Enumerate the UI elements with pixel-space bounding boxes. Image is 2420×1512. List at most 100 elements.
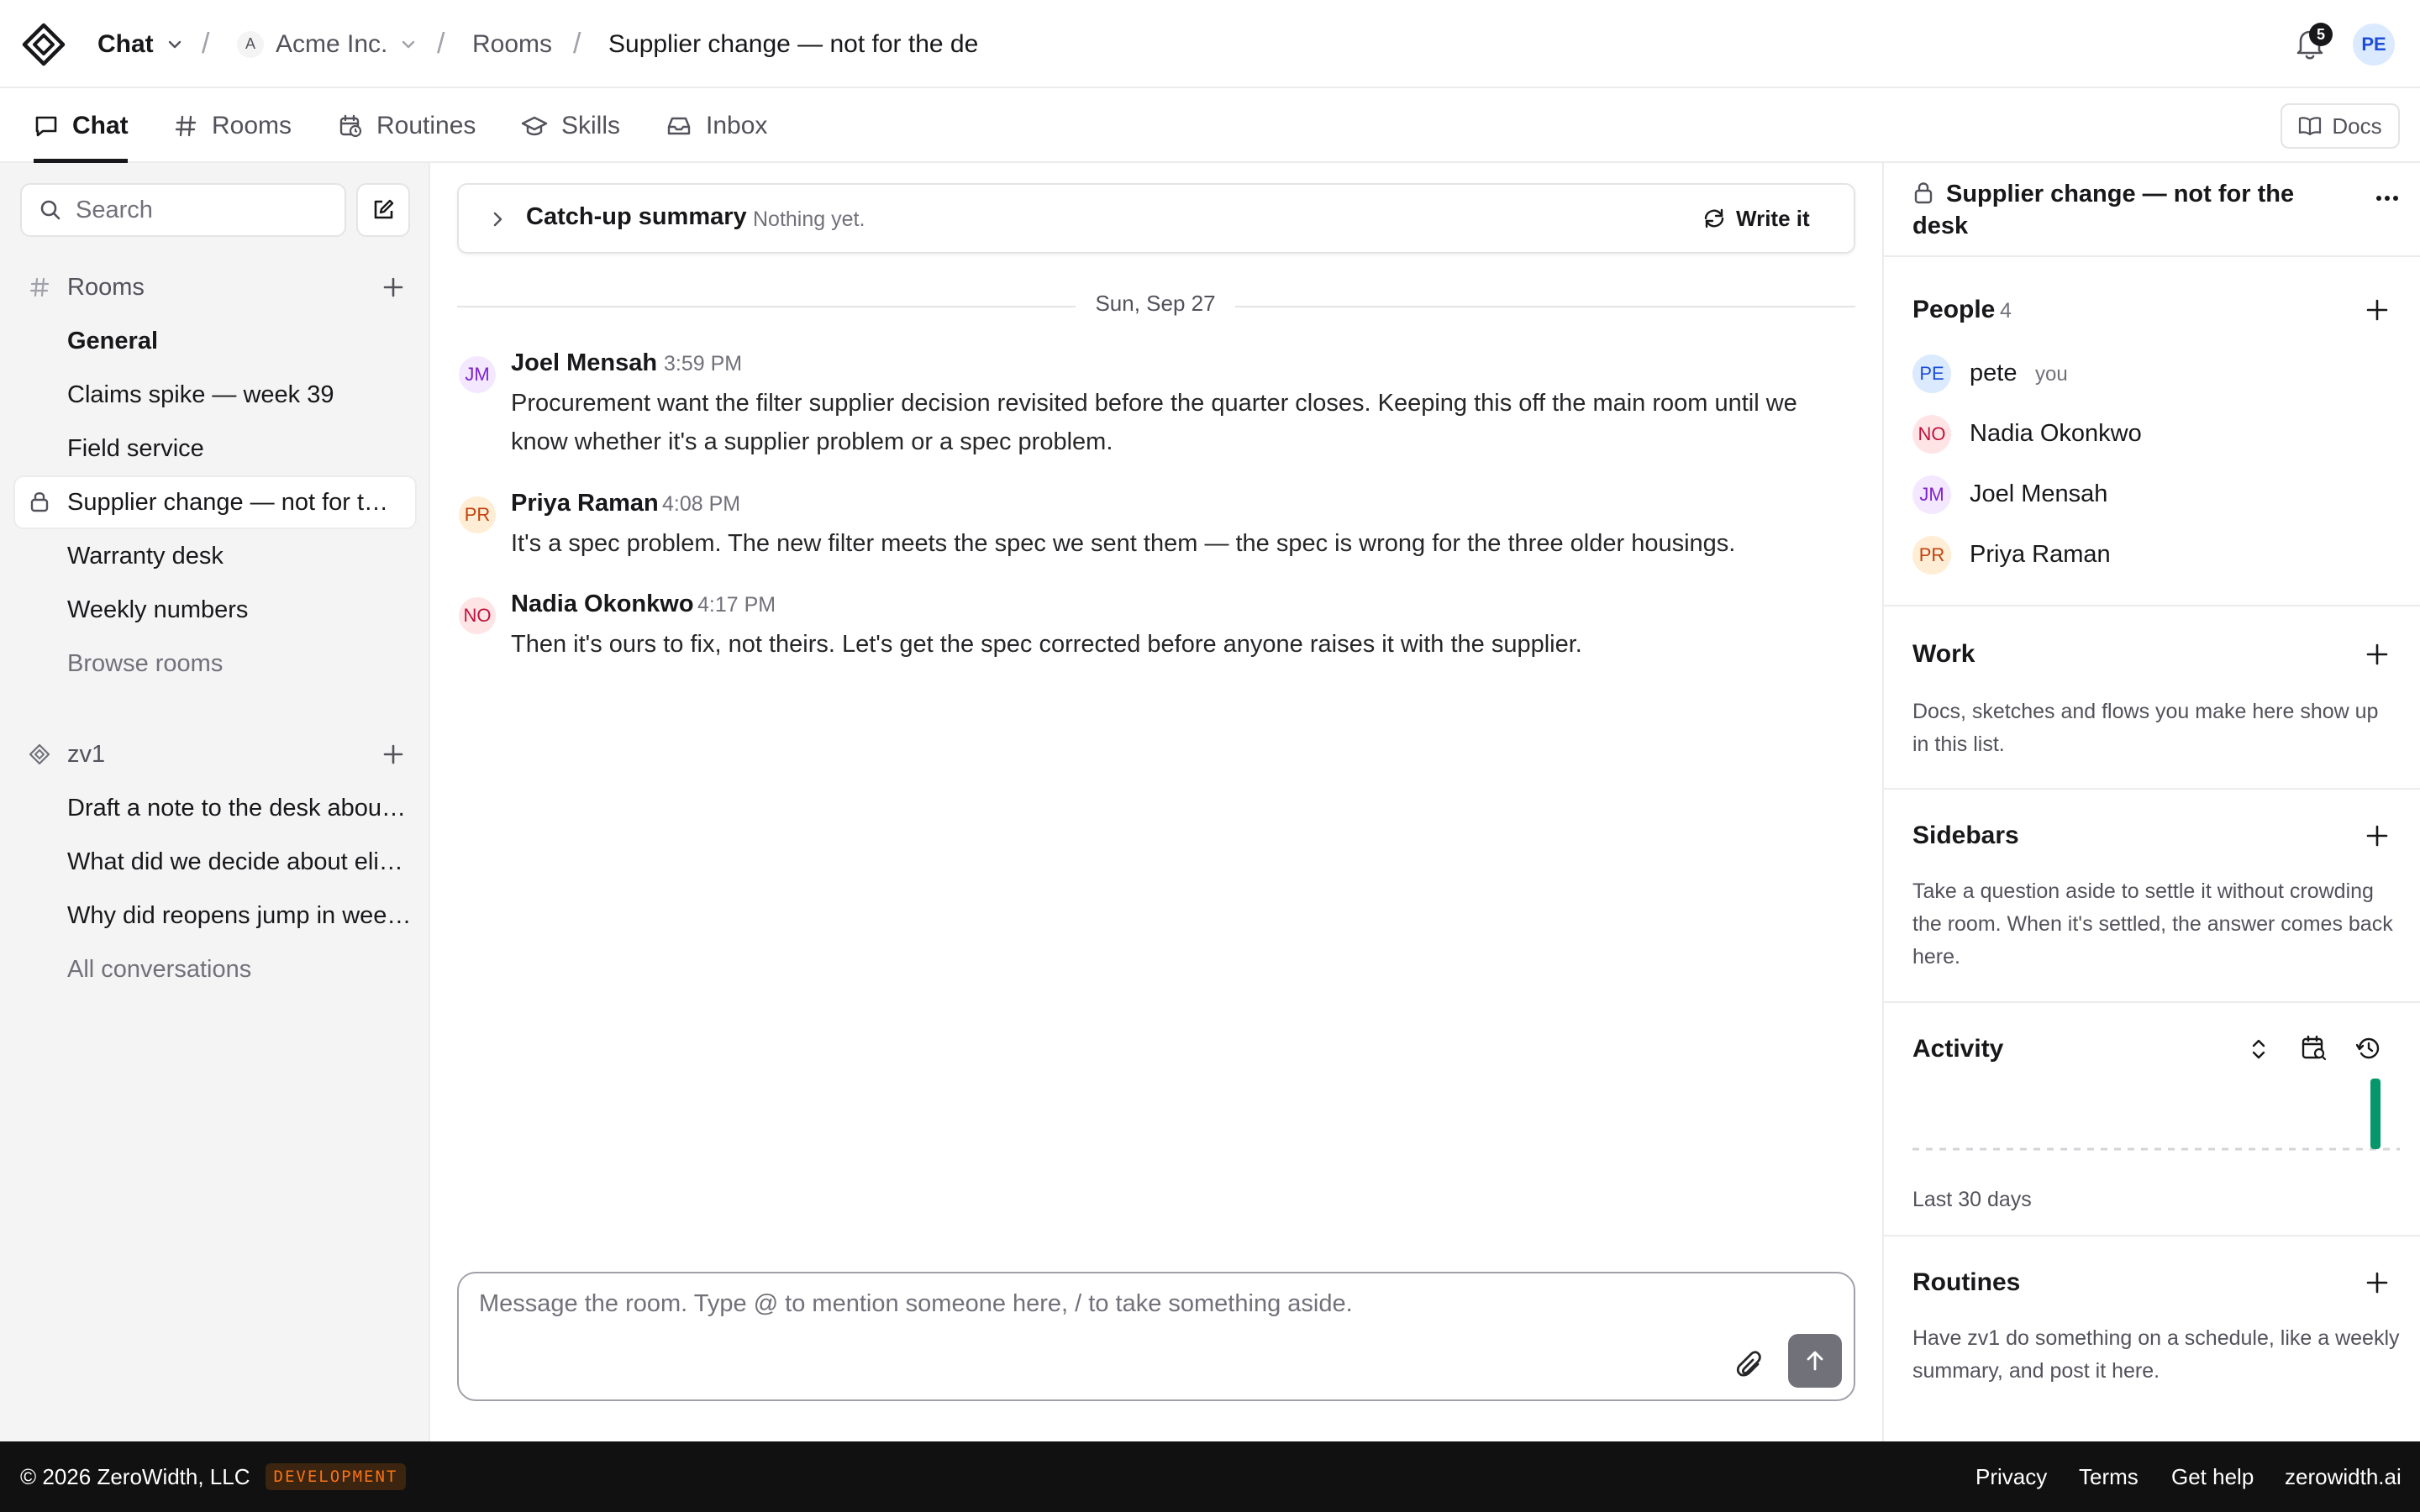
expand-collapse-icon[interactable]: [2247, 1037, 2270, 1062]
sidebar-room-general[interactable]: General: [67, 324, 412, 358]
sidebar-conversation[interactable]: Draft a note to the desk about the new f…: [67, 791, 412, 825]
zerowidth-site-link[interactable]: zerowidth.ai: [2285, 1441, 2402, 1512]
person-avatar[interactable]: PE: [1912, 354, 1951, 393]
tab-label: Chat: [72, 111, 129, 139]
divider: [457, 306, 1076, 307]
user-avatar[interactable]: PE: [2353, 24, 2395, 66]
breadcrumb-separator: /: [573, 28, 581, 60]
tab-label: Inbox: [706, 111, 768, 139]
message-avatar[interactable]: NO: [459, 597, 496, 634]
write-summary-button[interactable]: Write it: [1702, 200, 1810, 237]
sidebar-room-claims-spike[interactable]: Claims spike — week 39: [67, 378, 412, 412]
tab-rooms[interactable]: Rooms: [173, 88, 292, 163]
history-icon[interactable]: [2354, 1035, 2381, 1062]
person-name[interactable]: pete: [1970, 360, 2017, 387]
graduation-cap-icon: [521, 116, 548, 135]
write-it-label: Write it: [1736, 205, 1810, 231]
privacy-link[interactable]: Privacy: [1975, 1441, 2047, 1512]
org-switcher[interactable]: A Acme Inc.: [237, 0, 418, 88]
work-section-title: Work: [1912, 640, 1975, 668]
compose-icon: [374, 199, 394, 219]
get-help-link[interactable]: Get help: [2171, 1441, 2254, 1512]
agent-section-header[interactable]: zv1: [29, 738, 105, 771]
docs-button[interactable]: Docs: [2281, 103, 2400, 149]
catch-up-summary-bar[interactable]: Catch-up summary Nothing yet. Write it: [457, 183, 1855, 254]
send-button[interactable]: [1788, 1334, 1842, 1388]
tab-inbox[interactable]: Inbox: [666, 88, 767, 163]
person-name[interactable]: Priya Raman: [1970, 541, 2111, 569]
more-options-icon[interactable]: [2375, 193, 2400, 203]
person-avatar[interactable]: NO: [1912, 415, 1951, 454]
sidebars-description: Take a question aside to settle it witho…: [1912, 879, 2393, 969]
activity-section-title: Activity: [1912, 1035, 2004, 1063]
message-avatar[interactable]: JM: [459, 356, 496, 393]
sidebars-section-title: Sidebars: [1912, 822, 2019, 849]
person-avatar[interactable]: PR: [1912, 536, 1951, 575]
person-avatar[interactable]: JM: [1912, 475, 1951, 514]
tab-label: Routines: [376, 111, 476, 139]
message-text: Procurement want the filter supplier dec…: [511, 390, 1797, 455]
sidebar-conversation[interactable]: What did we decide about eligibility for…: [67, 845, 412, 879]
search-icon: [40, 200, 60, 220]
arrow-up-icon: [1807, 1351, 1823, 1371]
routines-section-title: Routines: [1912, 1268, 2021, 1296]
inbox-icon: [667, 117, 691, 134]
person-name[interactable]: Nadia Okonkwo: [1970, 420, 2142, 448]
divider: [1884, 605, 2420, 606]
sidebar-conversation[interactable]: Why did reopens jump in week 39: [67, 899, 412, 932]
agent-section-label: zv1: [67, 740, 106, 768]
add-room-icon[interactable]: [381, 276, 405, 299]
message-author[interactable]: Joel Mensah: [511, 349, 657, 377]
sidebar-room-weekly-numbers[interactable]: Weekly numbers: [67, 593, 412, 627]
breadcrumb-separator: /: [437, 28, 445, 60]
browse-rooms-link[interactable]: Browse rooms: [67, 647, 412, 680]
tab-label: Skills: [561, 111, 621, 139]
add-sidebar-icon[interactable]: [2365, 823, 2390, 848]
composer-placeholder: Message the room. Type @ to mention some…: [479, 1290, 1353, 1317]
message-composer[interactable]: Message the room. Type @ to mention some…: [457, 1272, 1855, 1401]
new-conversation-button[interactable]: [356, 183, 410, 237]
message-time: 4:08 PM: [662, 492, 741, 516]
routines-description: Have zv1 do something on a schedule, lik…: [1912, 1326, 2400, 1383]
message-author[interactable]: Priya Raman: [511, 490, 659, 517]
add-person-icon[interactable]: [2365, 297, 2390, 323]
hash-icon: [29, 277, 50, 297]
message-author[interactable]: Nadia Okonkwo: [511, 591, 694, 618]
breadcrumb-rooms[interactable]: Rooms: [472, 0, 552, 88]
add-conversation-icon[interactable]: [381, 743, 405, 766]
hash-icon: [175, 115, 197, 136]
tab-chat[interactable]: Chat: [34, 88, 129, 163]
app-label: Chat: [97, 29, 154, 58]
paperclip-icon[interactable]: [1734, 1349, 1768, 1383]
footer: © 2026 ZeroWidth, LLC DEVELOPMENT Privac…: [0, 1441, 2420, 1512]
sidebar-room-warranty-desk[interactable]: Warranty desk: [67, 539, 412, 573]
add-routine-icon[interactable]: [2365, 1270, 2390, 1295]
you-tag: you: [2035, 363, 2068, 386]
message-avatar[interactable]: PR: [459, 496, 496, 533]
sidebar-room-field-service[interactable]: Field service: [67, 432, 412, 465]
terms-link[interactable]: Terms: [2079, 1441, 2139, 1512]
zerowidth-logo[interactable]: [22, 23, 66, 66]
notification-count-badge: 5: [2309, 23, 2333, 46]
add-work-icon[interactable]: [2365, 642, 2390, 667]
message-text: Then it's ours to fix, not theirs. Let's…: [511, 631, 1582, 658]
chevron-right-icon: [493, 212, 502, 227]
rooms-section-header[interactable]: Rooms: [29, 270, 145, 304]
divider: [1884, 1001, 2420, 1003]
breadcrumb-current-room: Supplier change — not for the de: [608, 29, 979, 58]
search-placeholder: Search: [76, 196, 153, 223]
search-field[interactable]: Search: [20, 183, 346, 237]
tab-skills[interactable]: Skills: [521, 88, 620, 163]
summary-status: Nothing yet.: [753, 207, 865, 231]
calendar-search-icon[interactable]: [2301, 1035, 2328, 1062]
tab-routines[interactable]: Routines: [338, 88, 476, 163]
sidebar-room-supplier-change[interactable]: Supplier change — not for the desk: [67, 486, 397, 519]
person-name[interactable]: Joel Mensah: [1970, 480, 2107, 508]
all-conversations-link[interactable]: All conversations: [67, 953, 412, 986]
summary-title: Catch-up summary: [526, 203, 747, 230]
app-switcher[interactable]: Chat: [97, 0, 184, 88]
org-avatar: A: [237, 30, 264, 58]
room-title: Supplier change — not for the desk: [1912, 181, 2295, 239]
left-sidebar: Search Rooms General Claims spike — week…: [0, 163, 430, 1441]
chat-bubble-icon: [35, 116, 57, 136]
